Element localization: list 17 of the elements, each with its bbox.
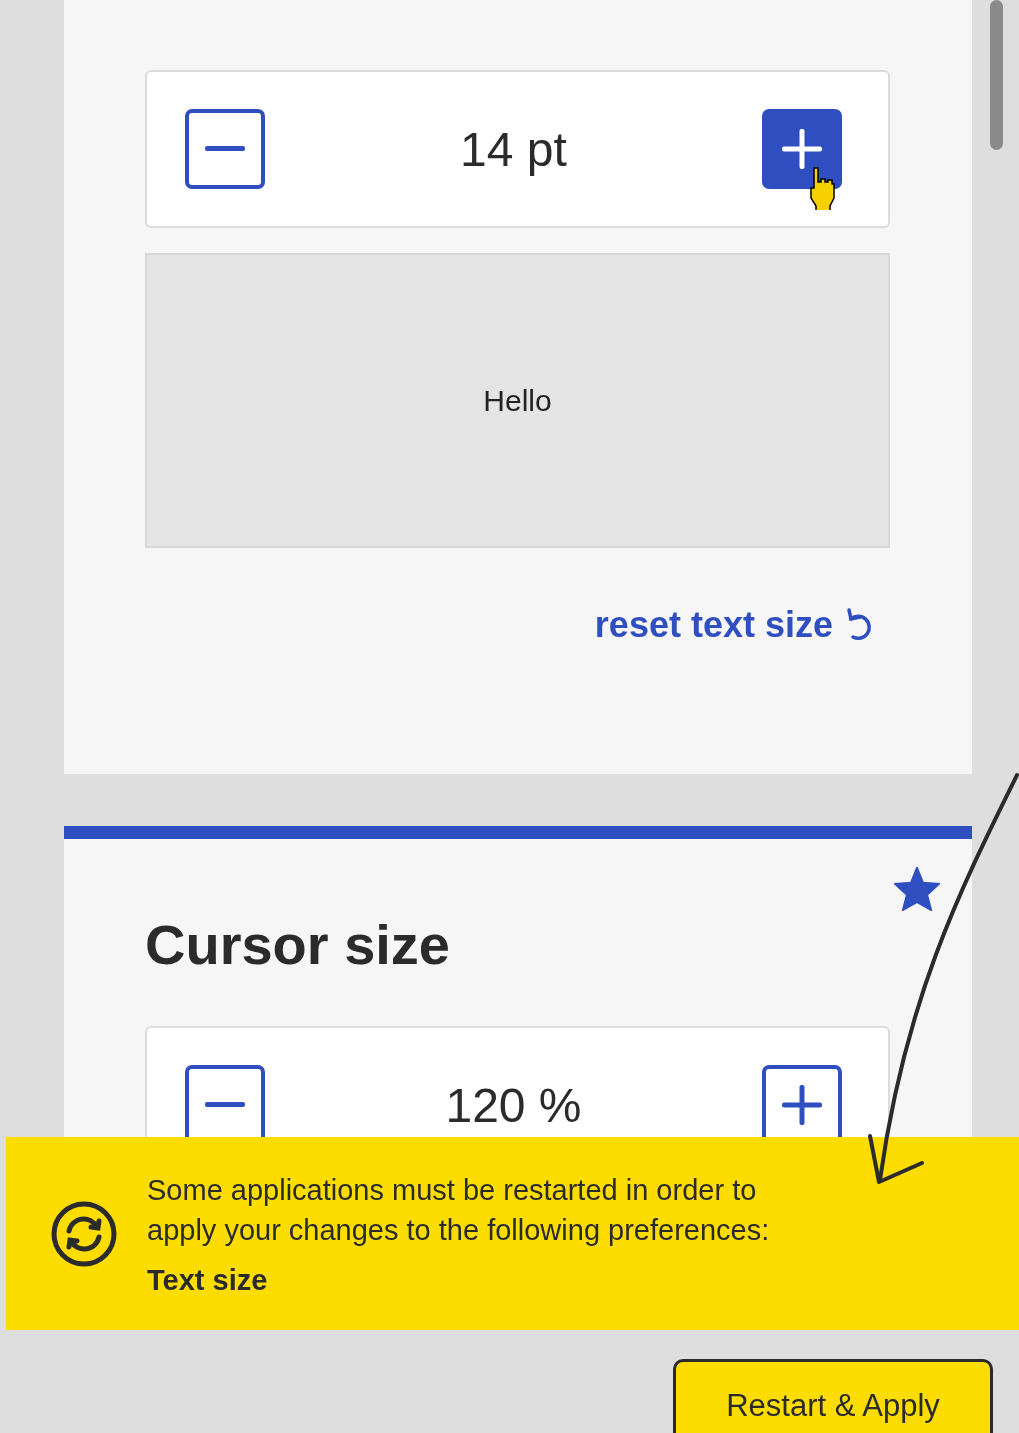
reset-link[interactable]: reset text size [594,600,875,650]
value-text: 120 % [445,1077,582,1133]
preference-name: Text size [147,1264,269,1297]
section-title: Cursor size [145,912,451,978]
plus-icon [782,1085,822,1126]
scrollbar[interactable] [990,0,1003,150]
minus-icon [205,1102,245,1109]
decrease-button[interactable] [185,109,265,189]
value-text: 14 pt [460,121,567,177]
minus-icon [205,146,245,152]
plus-icon [782,129,822,169]
hand-cursor-icon [809,166,835,210]
increase-button[interactable] [762,109,842,189]
refresh-icon [51,1200,117,1267]
preview-text: Hello [483,383,552,418]
notice-message: Some applications must be restarted in order to apply your changes to the following preferences: [147,1173,771,1248]
restart-apply-button[interactable]: Restart & Apply [673,1359,993,1433]
